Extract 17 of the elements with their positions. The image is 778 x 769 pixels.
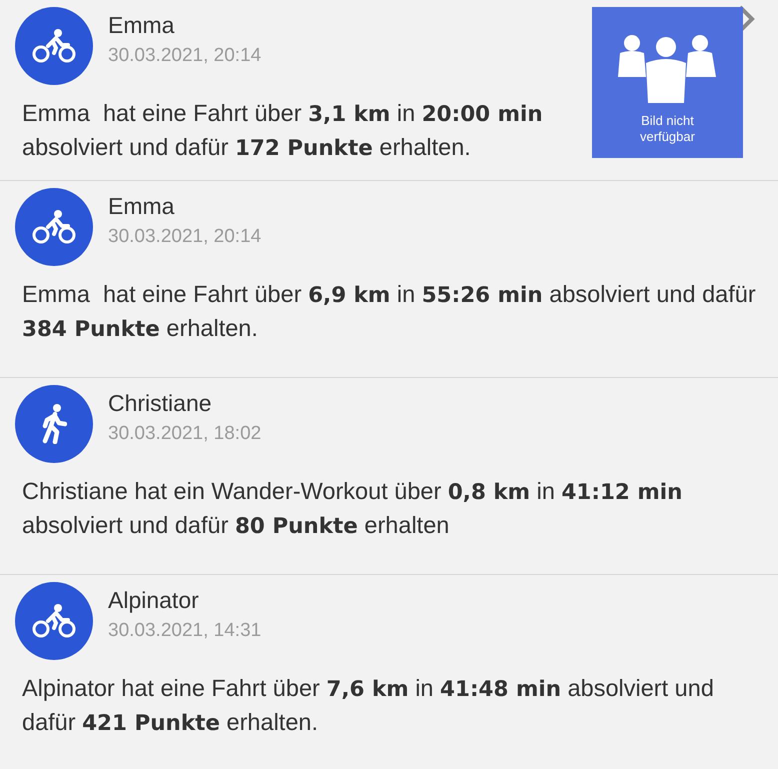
- bicycle-icon: [32, 29, 76, 63]
- user-name: Emma: [108, 192, 176, 221]
- activity-message: Christiane hat ein Wander-Workout über 0,8 km in 41:12 min absolviert und dafür 80 Punkte erhalten: [21, 477, 684, 541]
- timestamp: 30.03.2021, 14:31: [108, 619, 262, 643]
- activity-message: Emma hat eine Fahrt über 6,9 km in 55:26 min absolviert und dafür 384 Punkte erhalten.: [21, 280, 757, 344]
- timestamp: 30.03.2021, 18:02: [108, 422, 262, 446]
- timestamp: 30.03.2021, 20:14: [108, 44, 262, 68]
- activity-message: Emma hat eine Fahrt über 3,1 km in 20:00 min absolviert und dafür 172 Punkte erhalten.: [21, 99, 544, 163]
- user-name: Emma: [108, 11, 176, 40]
- image-caption: Bild nicht verfügbar: [639, 113, 696, 145]
- user-name: Alpinator: [108, 586, 200, 615]
- walking-person-icon: [41, 404, 67, 444]
- user-name: Christiane: [108, 389, 213, 418]
- timestamp: 30.03.2021, 20:14: [108, 225, 262, 249]
- bicycle-icon: [32, 210, 76, 244]
- bicycle-icon: [32, 604, 76, 638]
- activity-message: Alpinator hat eine Fahrt über 7,6 km in 41:48 min absolviert und dafür 421 Punkte erhalten.: [21, 674, 715, 738]
